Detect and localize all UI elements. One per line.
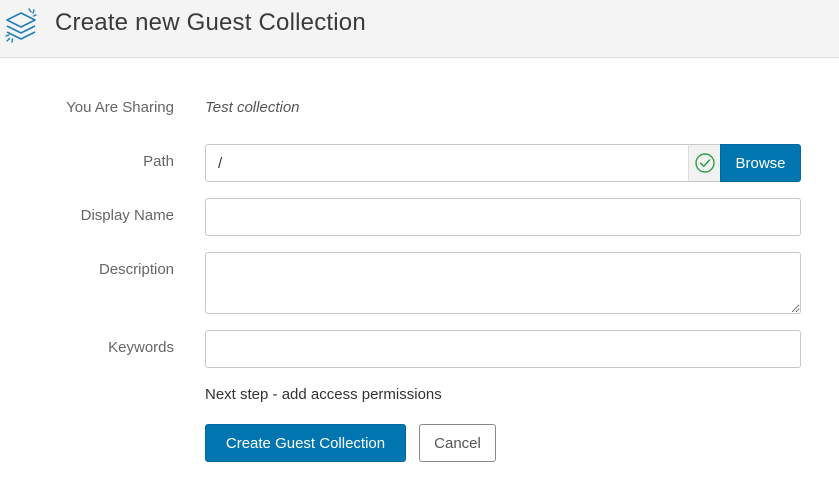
keywords-label: Keywords	[108, 339, 174, 356]
description-label: Description	[98, 261, 174, 278]
create-guest-collection-button[interactable]: Create Guest Collection	[205, 424, 406, 462]
page-title: Create new Guest Collection	[55, 9, 366, 36]
browse-button[interactable]: Browse	[720, 144, 801, 182]
path-input[interactable]	[205, 144, 689, 182]
sharing-value: Test collection	[205, 99, 300, 116]
display-name-label: Display Name	[80, 207, 174, 224]
next-step-text: Next step - add access permissions	[205, 386, 442, 403]
cancel-button[interactable]: Cancel	[419, 424, 496, 462]
description-textarea[interactable]	[205, 252, 801, 314]
display-name-input[interactable]	[205, 198, 801, 236]
check-circle-icon	[688, 144, 720, 182]
page-header: Create new Guest Collection	[0, 0, 839, 58]
path-label: Path	[143, 153, 174, 170]
layers-icon	[3, 6, 39, 44]
sharing-label: You Are Sharing	[66, 99, 174, 116]
keywords-input[interactable]	[205, 330, 801, 368]
